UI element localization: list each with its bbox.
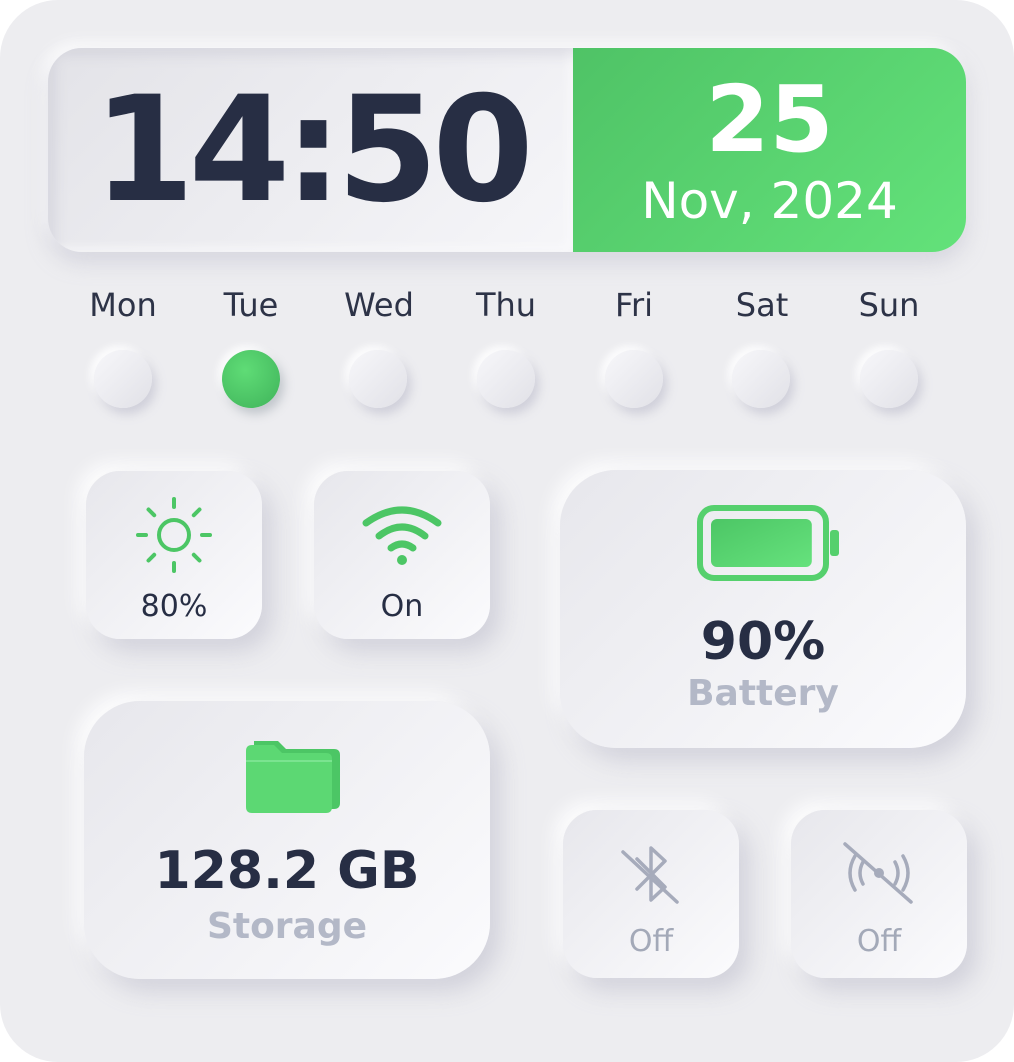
hotspot-status: Off: [856, 924, 902, 959]
current-month-year: Nov, 2024: [641, 172, 898, 230]
battery-level-bar: [711, 519, 812, 567]
wifi-status: On: [380, 589, 424, 624]
weekday-toggle-sat[interactable]: [732, 350, 790, 408]
page: 14:50 25 Nov, 2024 Mon Tue Wed Thu Fri S…: [0, 0, 1014, 1062]
current-time: 14:50: [93, 65, 534, 235]
weekday-toggle-tue[interactable]: [222, 350, 280, 408]
storage-label: Storage: [206, 906, 368, 947]
storage-value: 128.2 GB: [154, 841, 420, 901]
folder-icon: [246, 741, 340, 813]
storage-tile[interactable]: 128.2 GB Storage: [84, 701, 490, 979]
battery-label: Battery: [687, 673, 839, 714]
weekday-toggle-thu[interactable]: [477, 350, 535, 408]
weekday-label-thu: Thu: [475, 286, 537, 324]
weekday-toggle-sun[interactable]: [860, 350, 918, 408]
hotspot-tile[interactable]: Off: [791, 810, 967, 978]
bluetooth-tile[interactable]: Off: [563, 810, 739, 978]
weekday-label-fri: Fri: [614, 286, 654, 324]
current-day: 25: [705, 66, 834, 173]
clock-card: 14:50 25 Nov, 2024: [48, 48, 966, 252]
battery-icon: [697, 505, 839, 581]
weekday-toggle-wed[interactable]: [349, 350, 407, 408]
weekday-label-wed: Wed: [344, 286, 414, 324]
sun-icon: [136, 497, 212, 573]
hotspot-off-icon: [843, 842, 913, 904]
weekday-label-mon: Mon: [89, 286, 157, 324]
wifi-tile[interactable]: On: [314, 471, 490, 639]
weekday-toggle-mon[interactable]: [94, 350, 152, 408]
wifi-icon: [362, 506, 442, 565]
bluetooth-off-icon: [621, 846, 679, 904]
brightness-tile[interactable]: 80%: [86, 471, 262, 639]
weekday-label-sat: Sat: [735, 286, 789, 324]
weekday-label-tue: Tue: [223, 286, 279, 324]
bluetooth-status: Off: [628, 924, 674, 959]
battery-tile[interactable]: 90% Battery: [560, 470, 966, 748]
date-area: 25 Nov, 2024: [573, 48, 966, 252]
brightness-value: 80%: [140, 589, 208, 624]
battery-value: 90%: [700, 612, 826, 672]
time-area: 14:50: [48, 48, 573, 252]
weekday-toggle-fri[interactable]: [605, 350, 663, 408]
weekday-label-sun: Sun: [858, 286, 920, 324]
